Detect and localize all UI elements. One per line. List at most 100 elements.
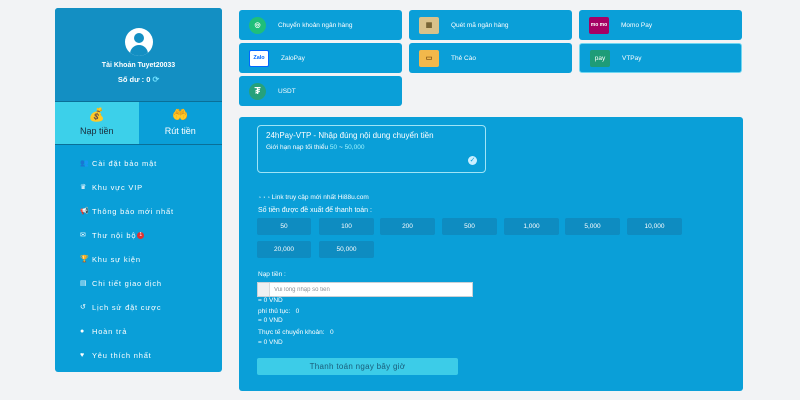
method-bank-qr[interactable]: ▦ Quét mã ngân hàng — [409, 10, 572, 40]
history-icon: ↺ — [80, 304, 87, 311]
amount-chip[interactable]: 20,000 — [257, 241, 311, 258]
receipt-icon: ▤ — [80, 280, 88, 287]
link-icon: ◔ ◔ ◔ — [258, 195, 270, 201]
fee-row: phí thủ tục: 0 — [258, 308, 299, 315]
users-icon: 👥 — [80, 160, 90, 167]
sidebar-item-inbox[interactable]: ✉ Thư nội bộ 1 — [55, 223, 222, 247]
refund-icon: ● — [80, 327, 86, 335]
suggested-amount-title: Số tiền được đề xuất để thanh toán : — [258, 207, 372, 214]
method-zalopay[interactable]: Zalo ZaloPay — [239, 43, 402, 73]
sidebar-item-label: Khu sự kiện — [92, 254, 141, 264]
heart-icon: ♥ — [80, 351, 85, 359]
limit-sep: ~ — [338, 143, 343, 151]
check-icon: ✓ — [468, 156, 477, 165]
channel-limit: Giới hạn nạp tối thiểu 50 ~ 50,000 — [266, 144, 477, 151]
sidebar-item-events[interactable]: 🏆 Khu sự kiện — [55, 247, 222, 271]
sidebar-item-transactions[interactable]: ▤ Chi tiết giao dịch — [55, 271, 222, 295]
withdraw-icon: 🤲 — [172, 107, 189, 122]
refresh-icon[interactable]: ⟳ — [152, 75, 159, 84]
zalopay-icon: Zalo — [249, 49, 269, 67]
sidebar-item-label: Yêu thích nhất — [92, 350, 152, 360]
megaphone-icon: 📢 — [80, 208, 90, 215]
balance: Số dư : 0 ⟳ — [55, 75, 222, 84]
sidebar-item-security[interactable]: 👥 Cài đặt bảo mật — [55, 151, 222, 175]
fund-tabs: 💰 Nạp tiền 🤲 Rút tiền — [55, 101, 222, 145]
unread-badge: 1 — [137, 231, 145, 239]
sidebar-item-label: Lịch sử đặt cược — [92, 302, 162, 312]
amount-chip[interactable]: 50 — [257, 218, 311, 235]
sidebar-item-label: Chi tiết giao dịch — [92, 278, 162, 288]
balance-value: 0 — [146, 75, 151, 84]
amount-input-group — [257, 282, 473, 297]
method-momo[interactable]: mo mo Momo Pay — [579, 10, 742, 40]
amount-chip[interactable]: 10,000 — [627, 218, 682, 235]
method-usdt[interactable]: ₮ USDT — [239, 76, 402, 106]
sidebar-item-vip[interactable]: ♛ Khu vực VIP — [55, 175, 222, 199]
limit-min: 50 — [329, 143, 338, 151]
fee-vnd: = 0 VND — [258, 317, 283, 324]
sidebar-item-label: Khu vực VIP — [92, 182, 143, 192]
actual-label: Thực tế chuyển khoản: — [258, 329, 325, 336]
amount-chip[interactable]: 5,000 — [565, 218, 620, 235]
method-label: VTPay — [622, 54, 642, 62]
scratch-card-icon: ▭ — [419, 49, 439, 67]
sidebar-menu: 👥 Cài đặt bảo mật ♛ Khu vực VIP 📢 Thông báo… — [55, 145, 222, 367]
sidebar-item-label: Thông báo mới nhất — [92, 206, 174, 216]
limit-label: Giới hạn nạp tối thiểu — [266, 143, 329, 151]
sidebar-item-label: Thư nội bộ — [92, 230, 137, 240]
link-notice[interactable]: ◔ ◔ ◔ Link truy cập mới nhất Hi88u.com — [258, 194, 369, 201]
username: Tài Khoản Tuyet20033 — [101, 62, 176, 69]
method-label: ZaloPay — [281, 54, 305, 62]
channel-name: 24hPay-VTP - Nhập đúng nội dung chuyển t… — [266, 131, 434, 140]
balance-label: Số dư : — [117, 75, 145, 84]
deposit-icon: 💰 — [88, 107, 105, 122]
actual-value: 0 — [329, 329, 334, 336]
usdt-icon: ₮ — [249, 82, 266, 100]
link-text: Link truy cập mới nhất Hi88u.com — [271, 194, 369, 201]
globe-icon: ◎ — [249, 16, 266, 34]
crown-icon: ♛ — [80, 184, 88, 191]
limit-max: 50,000 — [344, 143, 365, 151]
payment-channel-card[interactable]: 24hPay-VTP - Nhập đúng nội dung chuyển t… — [257, 125, 486, 173]
actual-row: Thực tế chuyển khoản: 0 — [258, 329, 334, 336]
sidebar-item-label: Cài đặt bảo mật — [92, 158, 157, 168]
avatar-icon — [124, 28, 153, 56]
pay-now-button[interactable]: Thanh toán ngay bây giờ — [257, 358, 458, 375]
tab-withdraw[interactable]: 🤲 Rút tiền — [139, 102, 223, 144]
method-vtpay[interactable]: pay VTPay — [579, 43, 742, 73]
amount-chip[interactable]: 50,000 — [319, 241, 374, 258]
sidebar-item-bet-history[interactable]: ↺ Lịch sử đặt cược — [55, 295, 222, 319]
account-sidebar: Tài Khoản Tuyet20033 Số dư : 0 ⟳ 💰 Nạp t… — [55, 8, 222, 372]
tab-withdraw-label: Rút tiền — [164, 126, 196, 136]
currency-prefix — [258, 283, 270, 296]
viettelpay-icon: pay — [590, 49, 610, 67]
deposit-panel: 24hPay-VTP - Nhập đúng nội dung chuyển t… — [239, 117, 743, 391]
tab-deposit[interactable]: 💰 Nạp tiền — [55, 102, 139, 144]
amount-chip[interactable]: 1,000 — [504, 218, 559, 235]
momo-icon: mo mo — [589, 16, 609, 34]
amount-vnd: = 0 VND — [258, 297, 283, 304]
method-label: Chuyển khoản ngân hàng — [278, 21, 353, 29]
sidebar-item-refund[interactable]: ● Hoàn trả — [55, 319, 222, 343]
profile-card: Tài Khoản Tuyet20033 Số dư : 0 ⟳ — [55, 8, 222, 101]
actual-vnd: = 0 VND — [258, 339, 283, 346]
qr-code-icon: ▦ — [419, 16, 439, 34]
deposit-label: Nạp tiền : — [258, 271, 286, 278]
method-label: Momo Pay — [621, 21, 653, 29]
envelope-icon: ✉ — [80, 232, 87, 239]
sidebar-item-favorites[interactable]: ♥ Yêu thích nhất — [55, 343, 222, 367]
method-label: Thẻ Cào — [451, 54, 476, 62]
fee-value: 0 — [295, 308, 300, 315]
sidebar-item-news[interactable]: 📢 Thông báo mới nhất — [55, 199, 222, 223]
method-bank-transfer[interactable]: ◎ Chuyển khoản ngân hàng — [239, 10, 402, 40]
amount-input[interactable] — [274, 284, 469, 295]
amount-chip[interactable]: 100 — [319, 218, 374, 235]
method-label: Quét mã ngân hàng — [451, 21, 509, 29]
trophy-icon: 🏆 — [80, 256, 90, 263]
amount-chip[interactable]: 500 — [442, 218, 497, 235]
method-scratch-card[interactable]: ▭ Thẻ Cào — [409, 43, 572, 73]
fee-label: phí thủ tục: — [258, 308, 291, 315]
tab-deposit-label: Nạp tiền — [79, 126, 114, 136]
amount-chip[interactable]: 200 — [380, 218, 435, 235]
sidebar-item-label: Hoàn trả — [92, 326, 128, 336]
